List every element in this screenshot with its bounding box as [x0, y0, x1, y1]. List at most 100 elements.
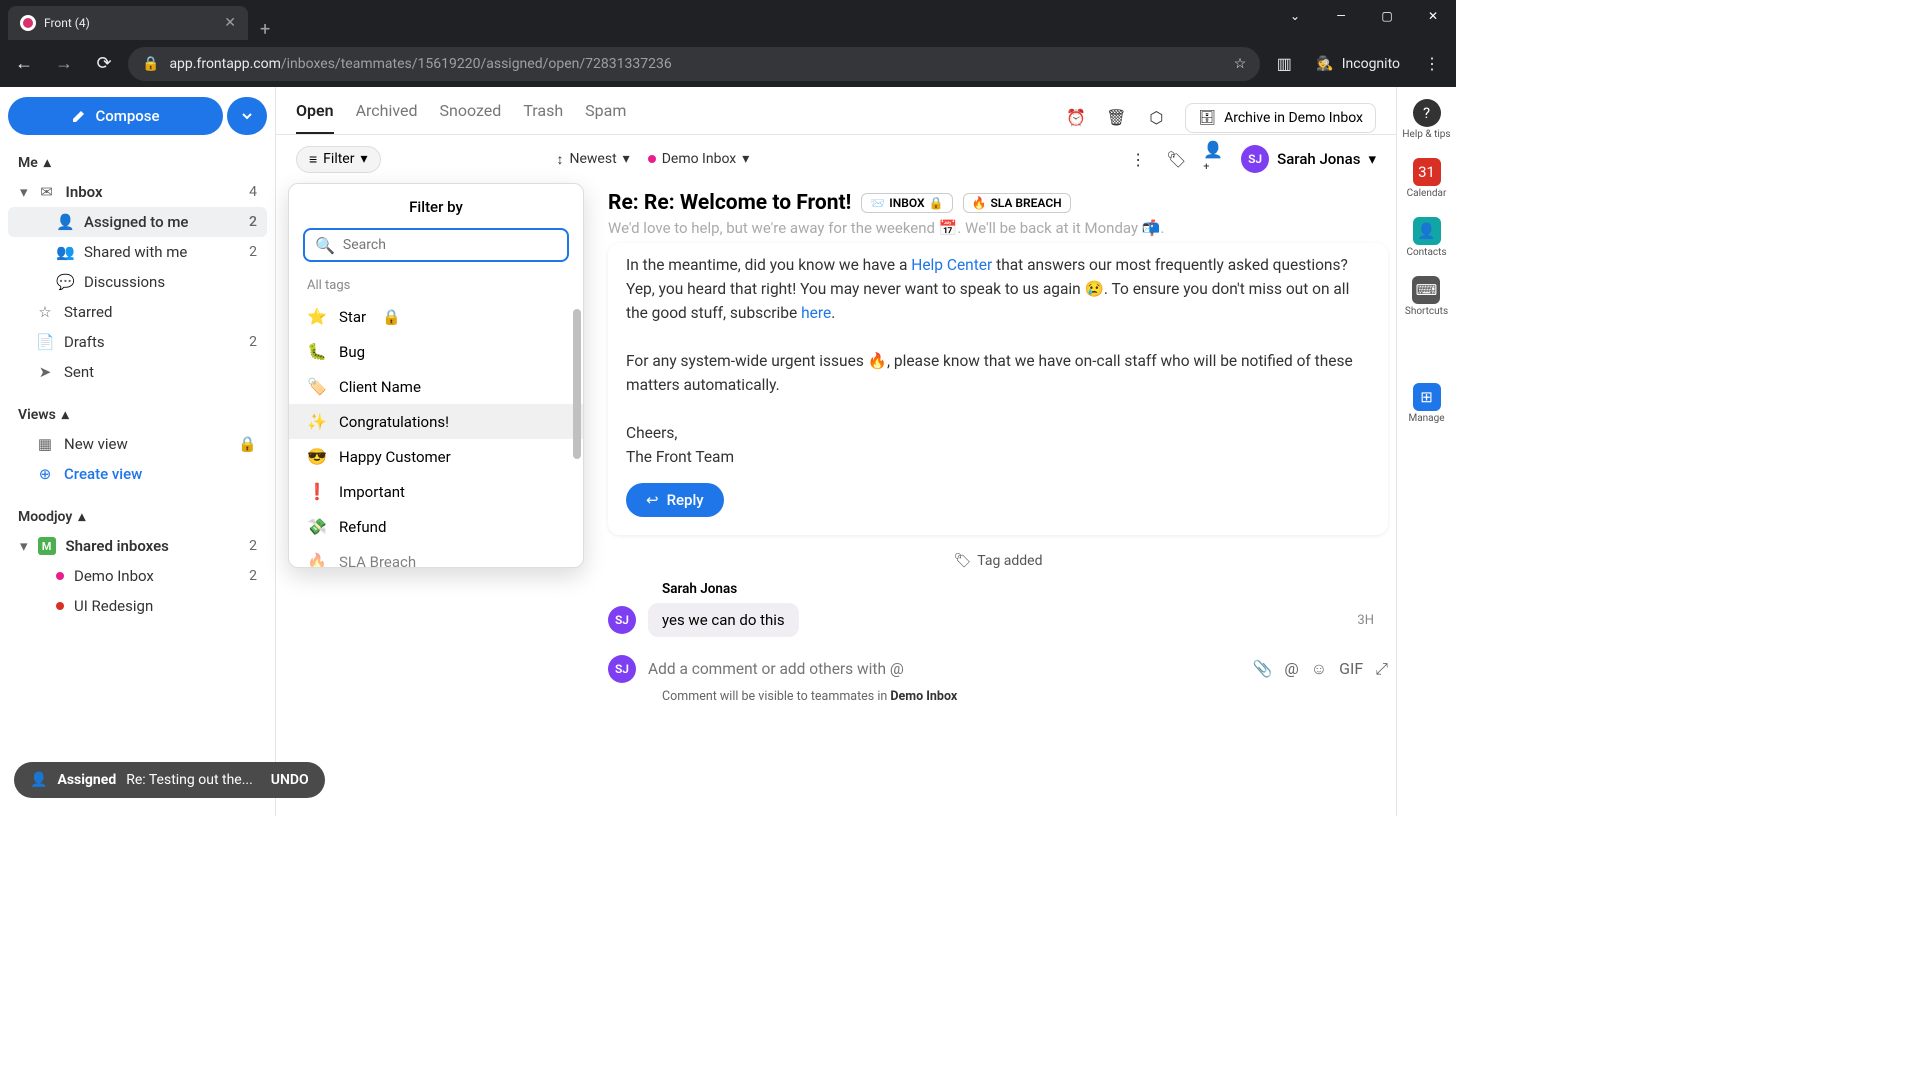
close-window-button[interactable]: ✕	[1410, 0, 1456, 32]
chevron-down-icon: ▾	[20, 537, 28, 555]
rail-help[interactable]: ?Help & tips	[1402, 99, 1450, 140]
filter-item-happy-customer[interactable]: 😎Happy Customer	[289, 439, 583, 474]
tab-snoozed[interactable]: Snoozed	[440, 101, 502, 134]
url-path: /inboxes/teammates/15619220/assigned/ope…	[281, 56, 672, 72]
trash-icon[interactable]: 🗑	[1105, 107, 1127, 129]
close-icon[interactable]: ✕	[224, 15, 236, 31]
sort-button[interactable]: ↕ Newest ▾	[557, 151, 630, 168]
filter-item-congratulations[interactable]: ✨Congratulations!	[289, 404, 583, 439]
assignee-selector[interactable]: SJ Sarah Jonas ▾	[1241, 145, 1376, 173]
more-icon[interactable]: ⋮	[1127, 148, 1149, 170]
comment-input[interactable]	[648, 660, 1240, 678]
toast-text: Re: Testing out the...	[126, 772, 253, 788]
compose-label: Compose	[95, 107, 159, 125]
spam-icon[interactable]: ⬡	[1145, 107, 1167, 129]
section-me[interactable]: Me ▴	[8, 149, 267, 177]
new-tab-button[interactable]: +	[248, 19, 282, 40]
sparkles-icon: ✨	[307, 412, 327, 431]
filter-item-client-name[interactable]: 🏷️Client Name	[289, 369, 583, 404]
sidebar-item-label: Create view	[64, 465, 257, 483]
undo-button[interactable]: UNDO	[271, 772, 309, 788]
filter-item-important[interactable]: ❗Important	[289, 474, 583, 509]
sidebar-item-inbox[interactable]: ▾ ✉ Inbox 4	[8, 177, 267, 207]
rail-manage[interactable]: ⊞Manage	[1408, 383, 1444, 424]
extensions-icon[interactable]: ▥	[1268, 48, 1300, 80]
sidebar: Compose Me ▴ ▾ ✉ Inbox 4 👤 Assigned to m…	[0, 87, 276, 816]
rail-calendar[interactable]: 31Calendar	[1407, 158, 1447, 199]
tabs-dropdown-icon[interactable]: ⌄	[1272, 0, 1318, 32]
mention-icon[interactable]: @	[1284, 659, 1298, 679]
sidebar-item-shared-inboxes[interactable]: ▾ M Shared inboxes 2	[8, 531, 267, 561]
forward-button[interactable]: →	[48, 48, 80, 80]
incognito-icon: 🕵️	[1316, 56, 1333, 72]
sidebar-create-view[interactable]: ⊕ Create view	[8, 459, 267, 489]
back-button[interactable]: ←	[8, 48, 40, 80]
filter-item-label: Bug	[339, 343, 365, 361]
emoji-icon[interactable]: ☺	[1311, 659, 1327, 679]
person-icon: 👤	[30, 772, 47, 788]
reply-button[interactable]: ↩ Reply	[626, 483, 724, 517]
filter-item-sla-breach[interactable]: 🔥SLA Breach	[289, 544, 583, 567]
comment-author: Sarah Jonas	[608, 581, 1388, 597]
expand-icon[interactable]: ⤢	[1375, 659, 1388, 679]
filter-item-star[interactable]: ⭐Star🔒	[289, 299, 583, 334]
filter-button[interactable]: ≡ Filter ▾	[296, 146, 381, 173]
scrollbar-thumb[interactable]	[573, 309, 581, 459]
section-views[interactable]: Views ▴	[8, 401, 267, 429]
sidebar-item-discussions[interactable]: 💬 Discussions	[8, 267, 267, 297]
url-bar[interactable]: 🔒 app.frontapp.com/inboxes/teammates/156…	[128, 47, 1260, 81]
archive-label: Archive in Demo Inbox	[1224, 110, 1363, 126]
tab-bar: Front (4) ✕ + ⌄ — ▢ ✕	[0, 0, 1456, 40]
rail-contacts[interactable]: 👤Contacts	[1406, 217, 1446, 258]
subscribe-link[interactable]: here	[801, 304, 831, 322]
tab-open[interactable]: Open	[296, 101, 334, 134]
compose-button[interactable]: Compose	[8, 97, 223, 135]
filter-search-input[interactable]	[343, 237, 557, 253]
sidebar-item-ui-redesign[interactable]: UI Redesign	[8, 591, 267, 621]
filter-item-refund[interactable]: 💸Refund	[289, 509, 583, 544]
attach-icon[interactable]: 📎	[1252, 659, 1272, 679]
tag-sla-breach[interactable]: 🔥SLA BREACH	[963, 193, 1071, 213]
sidebar-item-shared[interactable]: 👥 Shared with me 2	[8, 237, 267, 267]
compose-dropdown[interactable]	[227, 97, 267, 135]
reload-button[interactable]: ⟳	[88, 48, 120, 80]
filter-list[interactable]: ⭐Star🔒 🐛Bug 🏷️Client Name ✨Congratulatio…	[289, 299, 583, 567]
filter-section-label: All tags	[289, 272, 583, 299]
sidebar-item-new-view[interactable]: ▦ New view 🔒	[8, 429, 267, 459]
sidebar-item-starred[interactable]: ☆ Starred	[8, 297, 267, 327]
sent-icon: ➤	[36, 363, 54, 381]
sidebar-item-demo-inbox[interactable]: Demo Inbox 2	[8, 561, 267, 591]
tab-trash[interactable]: Trash	[523, 101, 563, 134]
menu-icon[interactable]: ⋮	[1416, 48, 1448, 80]
maximize-button[interactable]: ▢	[1364, 0, 1410, 32]
filter-search[interactable]: 🔍	[303, 228, 569, 262]
tag-icon[interactable]: 🏷	[1165, 148, 1187, 170]
assignee-name: Sarah Jonas	[1277, 150, 1360, 168]
assign-icon[interactable]: 👤⁺	[1203, 148, 1225, 170]
inbox-selector[interactable]: Demo Inbox ▾	[648, 151, 750, 167]
tab-spam[interactable]: Spam	[585, 101, 626, 134]
minimize-button[interactable]: —	[1318, 0, 1364, 32]
sidebar-item-assigned[interactable]: 👤 Assigned to me 2	[8, 207, 267, 237]
rail-shortcuts[interactable]: ⌨Shortcuts	[1405, 276, 1448, 317]
browser-chrome: Front (4) ✕ + ⌄ — ▢ ✕ ← → ⟳ 🔒 app.fronta…	[0, 0, 1456, 87]
gif-icon[interactable]: GIF	[1339, 659, 1363, 679]
tag-icon: 🏷	[953, 553, 971, 569]
tab-archived[interactable]: Archived	[356, 101, 418, 134]
sidebar-item-drafts[interactable]: 📄 Drafts 2	[8, 327, 267, 357]
archive-button[interactable]: 🗄 Archive in Demo Inbox	[1185, 103, 1376, 133]
sidebar-item-sent[interactable]: ➤ Sent	[8, 357, 267, 387]
section-moodjoy[interactable]: Moodjoy ▴	[8, 503, 267, 531]
tag-inbox[interactable]: 📨INBOX🔒	[861, 193, 952, 213]
conversation-tabs: Open Archived Snoozed Trash Spam ⏰ 🗑 ⬡ 🗄…	[276, 87, 1396, 135]
message-signoff: Cheers,	[626, 421, 1370, 445]
filter-item-bug[interactable]: 🐛Bug	[289, 334, 583, 369]
bookmark-icon[interactable]: ☆	[1234, 56, 1247, 72]
comment-time: 3H	[1357, 613, 1388, 628]
browser-tab[interactable]: Front (4) ✕	[8, 6, 248, 40]
snooze-icon[interactable]: ⏰	[1065, 107, 1087, 129]
activity-label: Tag added	[977, 553, 1042, 569]
message-header: Re: Re: Welcome to Front! 📨INBOX🔒 🔥SLA B…	[608, 183, 1388, 219]
filter-dropdown-title: Filter by	[289, 198, 583, 228]
help-center-link[interactable]: Help Center	[911, 256, 992, 274]
